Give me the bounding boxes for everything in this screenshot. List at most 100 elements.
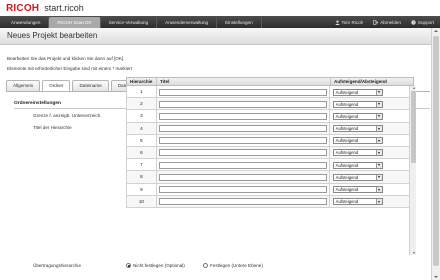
title-cell xyxy=(157,195,330,207)
level-cell: 6 xyxy=(127,146,157,159)
order-value: Aufsteigend xyxy=(335,138,359,144)
level-cell: 5 xyxy=(127,134,157,146)
order-cell: Aufsteigend xyxy=(330,147,413,158)
nav-tab-einstellungen[interactable]: Einstellungen xyxy=(217,17,262,28)
logout-link[interactable]: Abmelden xyxy=(373,20,401,25)
support-link[interactable]: ? Support xyxy=(411,20,434,25)
title-cell xyxy=(157,159,330,171)
title-input[interactable] xyxy=(158,198,327,206)
title-input[interactable] xyxy=(158,149,327,157)
chevron-down-icon xyxy=(375,187,382,192)
order-value: Aufsteigend xyxy=(335,150,359,156)
brand[interactable]: RICOH start.ricoh xyxy=(6,2,84,14)
limit-label: Grenze f. anzeigb. Unterverzeich. xyxy=(33,113,102,118)
table-row: 5 Aufsteigend xyxy=(126,134,414,147)
scroll-up-icon[interactable] xyxy=(433,28,439,34)
scroll-thumb[interactable] xyxy=(433,36,439,266)
table-row: 8 Aufsteigend xyxy=(126,171,414,184)
order-cell: Aufsteigend xyxy=(330,98,413,109)
order-value: Aufsteigend xyxy=(335,199,359,205)
order-select[interactable]: Aufsteigend xyxy=(332,112,383,120)
order-select[interactable]: Aufsteigend xyxy=(332,88,383,96)
top-bar: RICOH start.ricoh xyxy=(0,0,440,16)
radio-set-lower-label: Festlegen (Untere Ebene) xyxy=(210,263,263,268)
hierarchy-label: Titel der Hierarchie xyxy=(33,125,72,130)
scroll-up-icon[interactable] xyxy=(411,86,416,90)
nav-tab-service-verwaltung[interactable]: Service-Verwaltung xyxy=(101,17,158,28)
section-title: Ordnereinstellungen xyxy=(14,101,61,106)
order-cell: Aufsteigend xyxy=(330,171,413,182)
page-title: Neues Projekt bearbeiten xyxy=(7,31,98,40)
radio-set-lower[interactable]: Festlegen (Untere Ebene) xyxy=(203,263,263,268)
order-select[interactable]: Aufsteigend xyxy=(332,137,383,145)
tab-dateiname[interactable]: Dateiname xyxy=(72,80,109,91)
order-cell: Aufsteigend xyxy=(330,196,413,207)
chevron-down-icon xyxy=(375,101,382,107)
transfer-label: Übertragungshierarchie xyxy=(33,263,82,268)
scroll-down-icon[interactable] xyxy=(411,251,416,255)
tab-allgemein[interactable]: Allgemein xyxy=(6,80,41,91)
scroll-thumb[interactable] xyxy=(411,91,416,163)
radio-selected-icon xyxy=(126,263,131,268)
nav-tabs: Anwendungen RICOH Scan DX Service-Verwal… xyxy=(3,17,262,28)
logout-label: Abmelden xyxy=(380,19,401,25)
title-cell xyxy=(157,134,330,146)
title-input[interactable] xyxy=(158,125,327,133)
main-nav: Anwendungen RICOH Scan DX Service-Verwal… xyxy=(0,16,440,28)
order-cell: Aufsteigend xyxy=(330,123,413,134)
order-value: Aufsteigend xyxy=(335,89,359,95)
order-select[interactable]: Aufsteigend xyxy=(332,186,383,193)
order-select[interactable]: Aufsteigend xyxy=(332,125,383,133)
chevron-down-icon xyxy=(375,174,382,180)
chevron-down-icon xyxy=(375,150,382,156)
table-row: 6 Aufsteigend xyxy=(126,146,414,160)
level-cell: 7 xyxy=(127,159,157,171)
title-input[interactable] xyxy=(158,173,327,181)
scroll-down-icon[interactable] xyxy=(433,274,439,280)
radio-not-set-label: Nicht festlegen (Optional) xyxy=(133,263,185,268)
order-value: Aufsteigend xyxy=(335,187,359,192)
order-cell: Aufsteigend xyxy=(330,184,413,195)
radio-not-set[interactable]: Nicht festlegen (Optional) xyxy=(126,263,185,268)
chevron-down-icon xyxy=(375,162,382,168)
column-header-order: Aufsteigend/Absteigend xyxy=(334,79,387,84)
nav-tab-ricoh-scan-dx[interactable]: RICOH Scan DX xyxy=(49,17,101,28)
order-select[interactable]: Aufsteigend xyxy=(332,161,383,169)
order-select[interactable]: Aufsteigend xyxy=(332,100,383,108)
order-value: Aufsteigend xyxy=(335,126,359,132)
table-scrollbar[interactable] xyxy=(409,86,416,255)
order-cell: Aufsteigend xyxy=(330,110,413,121)
order-cell: Aufsteigend xyxy=(330,135,413,146)
level-cell: 3 xyxy=(127,110,157,122)
title-input[interactable] xyxy=(158,112,327,120)
nav-tab-anwendungen[interactable]: Anwendungen xyxy=(3,17,50,28)
table-body: 1 Aufsteigend 2 Aufsteigend 3 Aufsteigend 4… xyxy=(126,86,414,208)
order-value: Aufsteigend xyxy=(335,101,359,107)
order-select[interactable]: Aufsteigend xyxy=(332,173,383,181)
order-cell: Aufsteigend xyxy=(330,86,413,97)
title-input[interactable] xyxy=(158,186,327,193)
title-input[interactable] xyxy=(158,161,327,169)
hierarchy-table: Hierarchie Titel Aufsteigend/Absteigend … xyxy=(126,77,414,208)
table-row: 3 Aufsteigend xyxy=(126,110,414,123)
nav-tab-anwenderverwaltung[interactable]: Anwenderverwaltung xyxy=(157,17,218,28)
user-name: Tom Ricoh xyxy=(341,19,364,25)
user-icon xyxy=(335,20,340,25)
title-input[interactable] xyxy=(158,137,327,145)
level-cell: 8 xyxy=(127,171,157,183)
level-cell: 9 xyxy=(127,183,157,195)
user-menu[interactable]: Tom Ricoh xyxy=(335,19,364,25)
order-select[interactable]: Aufsteigend xyxy=(332,198,383,206)
intro-text: Bearbeiten Sie das Projekt und klicken S… xyxy=(7,56,125,61)
table-row: 7 Aufsteigend xyxy=(126,159,414,172)
required-note: Elemente mit erforderlicher Eingabe sind… xyxy=(7,66,133,71)
title-input[interactable] xyxy=(158,88,327,96)
order-cell: Aufsteigend xyxy=(330,159,413,170)
page-scrollbar[interactable] xyxy=(431,28,440,280)
svg-text:?: ? xyxy=(412,20,414,24)
table-row: 9 Aufsteigend xyxy=(126,183,414,196)
order-select[interactable]: Aufsteigend xyxy=(332,149,383,157)
title-cell xyxy=(157,146,330,159)
logout-icon xyxy=(373,19,379,25)
title-input[interactable] xyxy=(158,100,327,108)
